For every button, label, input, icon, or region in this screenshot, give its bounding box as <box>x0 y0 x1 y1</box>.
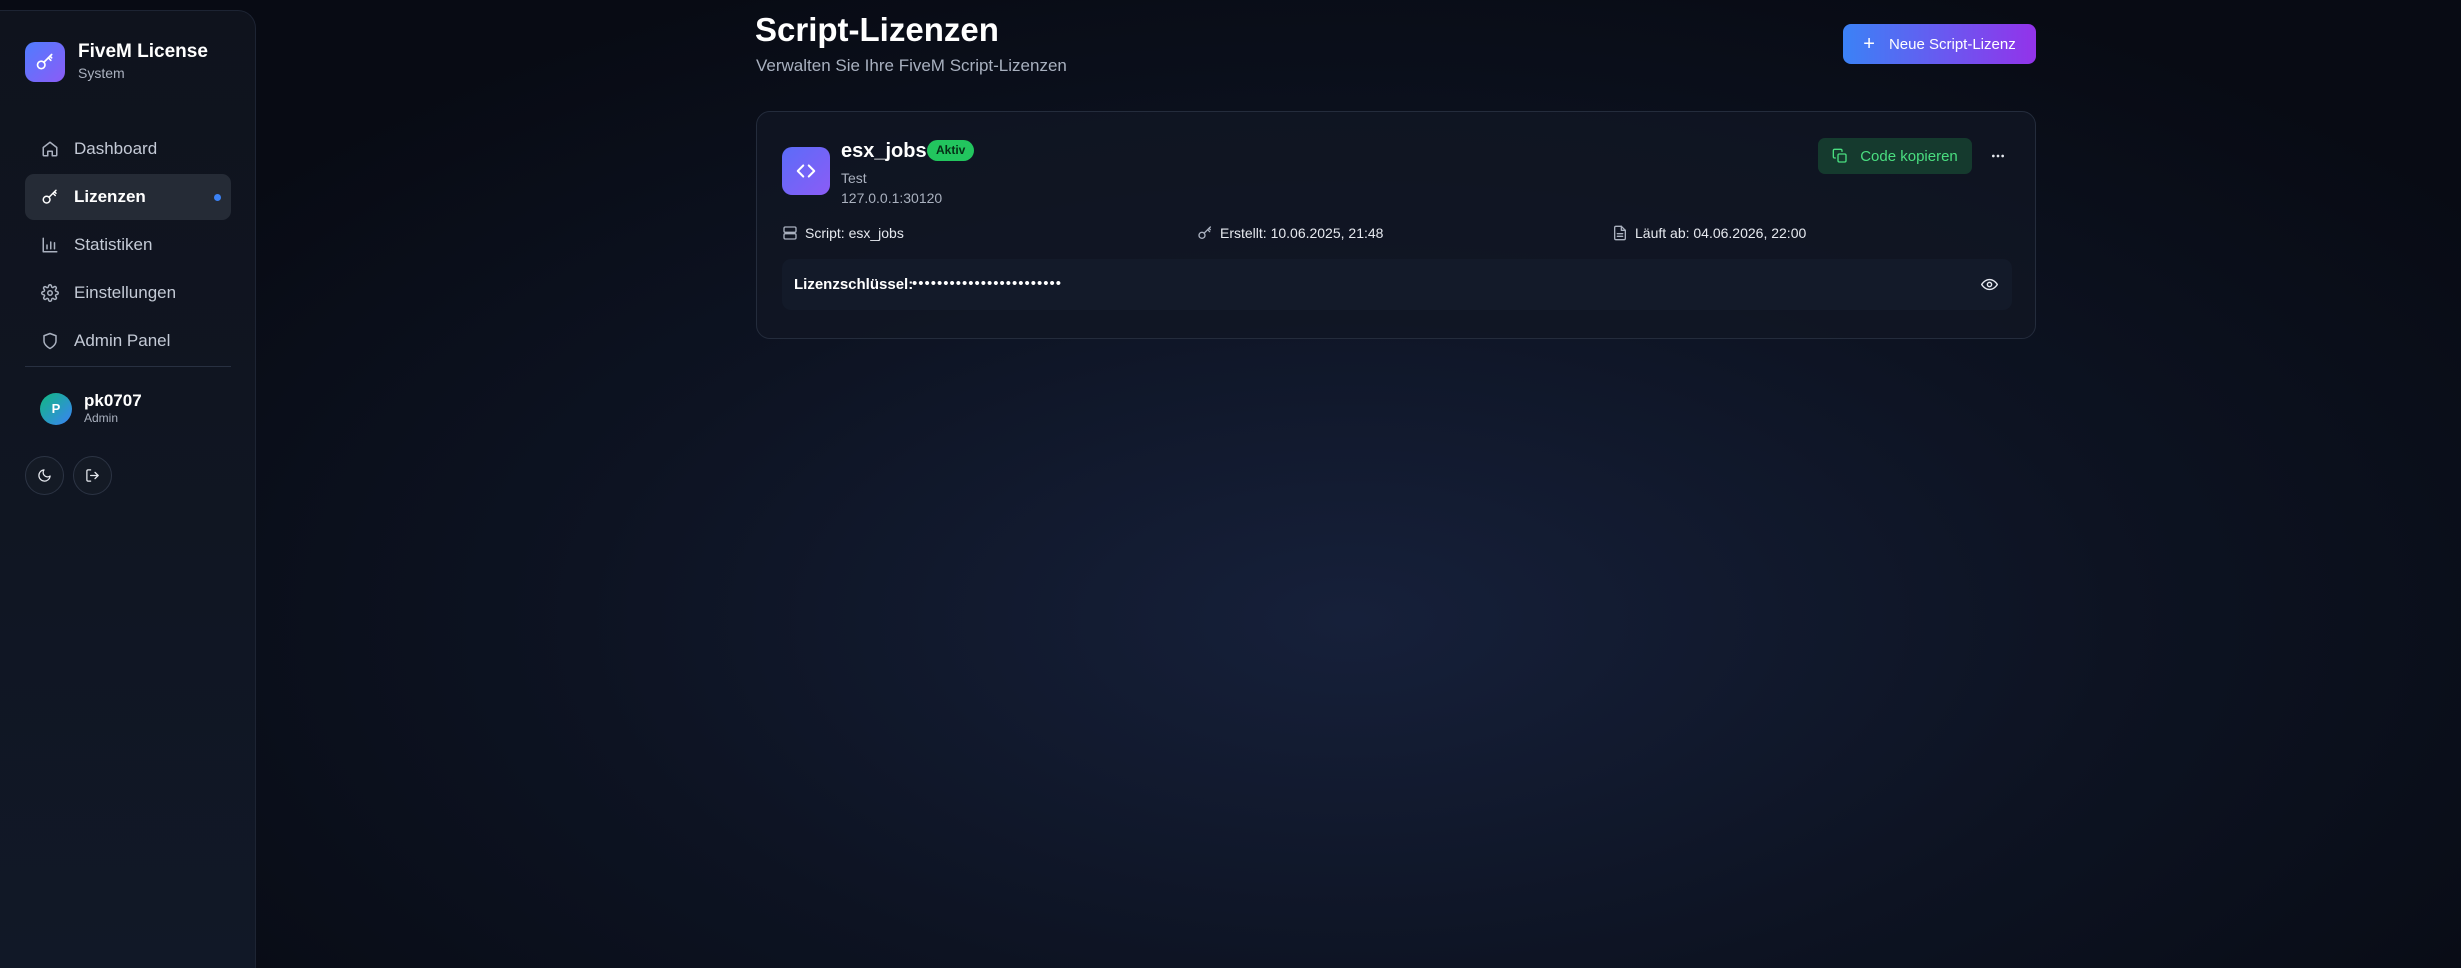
page-title: Script-Lizenzen <box>755 11 999 48</box>
server-icon <box>782 225 798 241</box>
brand-subtitle: System <box>78 65 125 81</box>
sidebar-item-lizenzen[interactable]: Lizenzen <box>25 174 231 220</box>
brand: FiveM License System <box>25 41 208 83</box>
home-icon <box>41 140 59 158</box>
license-script-name: esx_jobs <box>841 140 927 162</box>
user-name: pk0707 <box>84 391 142 410</box>
sidebar: FiveM License System Dashboard Lizenzen … <box>0 10 256 968</box>
sidebar-divider <box>25 366 231 367</box>
page-subtitle: Verwalten Sie Ihre FiveM Script-Lizenzen <box>756 56 1067 75</box>
sidebar-item-dashboard[interactable]: Dashboard <box>25 126 231 172</box>
theme-toggle-button[interactable] <box>25 456 64 495</box>
sidebar-item-admin-panel[interactable]: Admin Panel <box>25 318 231 364</box>
file-icon <box>1612 225 1628 241</box>
avatar: P <box>40 392 72 425</box>
sidebar-item-label: Admin Panel <box>74 331 171 350</box>
license-script: Script: esx_jobs <box>805 225 904 241</box>
key-icon <box>41 188 59 206</box>
new-script-license-label: Neue Script-Lizenz <box>1888 35 2016 53</box>
copy-code-label: Code kopieren <box>1860 147 1958 165</box>
license-created: Erstellt: 10.06.2025, 21:48 <box>1220 225 1384 241</box>
status-badge: Aktiv <box>927 140 975 161</box>
bar-chart-icon <box>41 236 59 254</box>
sidebar-nav: Dashboard Lizenzen Statistiken Einstellu… <box>25 126 231 366</box>
license-key-row: Lizenzschlüssel: •••••••••••••••••••••••… <box>782 259 2012 310</box>
sidebar-item-label: Einstellungen <box>74 283 177 302</box>
gear-icon <box>41 284 59 302</box>
license-script-meta: Script: esx_jobs <box>782 225 904 241</box>
license-description: Test <box>841 170 867 186</box>
more-options-button[interactable] <box>1980 138 2016 174</box>
license-key-value: •••••••••••••••••••••••• <box>912 275 1063 292</box>
logout-icon <box>85 468 100 483</box>
license-card: esx_jobs Aktiv Test 127.0.0.1:30120 Code… <box>756 111 2036 339</box>
user-role: Admin <box>84 411 119 425</box>
plus-icon: + <box>1863 33 1875 55</box>
eye-icon[interactable] <box>1981 276 1998 293</box>
sidebar-actions <box>25 456 121 495</box>
copy-icon <box>1832 148 1848 164</box>
active-indicator-dot <box>214 194 221 201</box>
license-ip: 127.0.0.1:30120 <box>841 190 943 206</box>
copy-code-button[interactable]: Code kopieren <box>1818 138 1972 174</box>
brand-title: FiveM License <box>78 41 208 62</box>
user-profile[interactable]: P pk0707 Admin <box>40 391 142 426</box>
new-script-license-button[interactable]: + Neue Script-Lizenz <box>1843 24 2036 64</box>
code-icon <box>782 147 830 195</box>
ellipsis-icon <box>1990 148 2006 164</box>
license-key-label: Lizenzschlüssel: <box>794 276 914 293</box>
sidebar-item-label: Dashboard <box>74 139 158 158</box>
key-icon <box>25 42 65 82</box>
key-icon <box>1197 225 1213 241</box>
sidebar-item-statistiken[interactable]: Statistiken <box>25 222 231 268</box>
license-expires-meta: Läuft ab: 04.06.2026, 22:00 <box>1612 225 1806 241</box>
license-expires: Läuft ab: 04.06.2026, 22:00 <box>1635 225 1807 241</box>
sidebar-item-label: Lizenzen <box>74 187 146 206</box>
license-created-meta: Erstellt: 10.06.2025, 21:48 <box>1197 225 1383 241</box>
sidebar-item-label: Statistiken <box>74 235 153 254</box>
moon-icon <box>37 468 52 483</box>
logout-button[interactable] <box>73 456 112 495</box>
shield-icon <box>41 332 59 350</box>
sidebar-item-einstellungen[interactable]: Einstellungen <box>25 270 231 316</box>
